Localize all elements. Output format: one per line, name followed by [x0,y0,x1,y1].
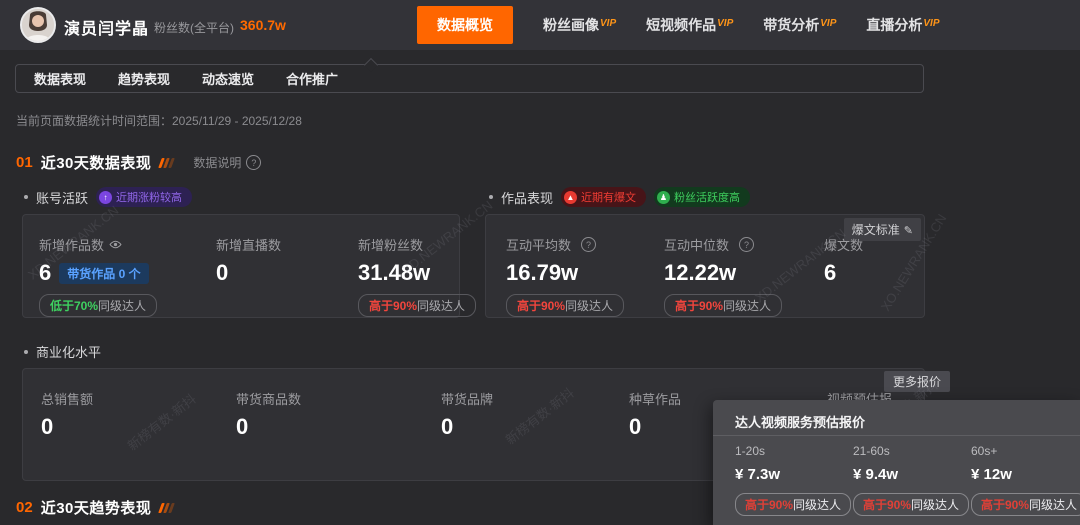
avatar-image [22,9,54,41]
vip-badge: VIP [717,18,733,29]
subnav-activity-overview[interactable]: 动态速览 [202,69,254,88]
bullet-dot [489,195,493,199]
bullet-dot [24,350,28,354]
tab-short-video-works[interactable]: 短视频作品VIP [646,15,733,35]
account-activity-card: 新增作品数 6 带货作品 0 个 低于70%同级达人 新增直播数 0 新增粉丝数… [22,214,460,318]
pencil-icon [904,223,913,237]
stat-seeding-works: 种草作品 0 [629,389,681,440]
quote-col-1-20s: 1-20s ¥ 7.3w 高于90%同级达人 [735,444,851,516]
commerce-works-tag: 带货作品 0 个 [59,263,148,284]
stat-total-sales: 总销售额 0 [41,389,93,440]
vip-badge: VIP [923,18,939,29]
work-performance-label: 作品表现 [501,188,553,207]
slashes-icon [160,503,173,513]
peer-compare-badge: 高于90%同级达人 [358,294,476,317]
header-bar: 演员闫学晶 粉丝数(全平台) 360.7w 数据概览 粉丝画像VIP 短视频作品… [0,0,1080,50]
sub-nav: 数据表现 趋势表现 动态速览 合作推广 [15,64,924,93]
data-note-label[interactable]: 数据说明 [193,154,241,171]
tab-live-analysis[interactable]: 直播分析VIP [866,15,939,35]
peer-compare-badge: 高于90%同级达人 [971,493,1080,516]
peer-compare-badge: 高于90%同级达人 [853,493,969,516]
vip-badge: VIP [600,18,616,29]
eye-icon[interactable] [109,240,122,249]
popup-title: 达人视频服务预估报价 [735,412,865,431]
peer-compare-badge: 高于90%同级达人 [664,294,782,317]
subnav-data-performance[interactable]: 数据表现 [34,69,86,88]
active-fans-badge: ♟ 粉丝活跃度高 [654,187,750,207]
hot-post-badge-icon: ▲ [564,191,577,204]
help-icon[interactable] [581,237,596,252]
fans-count-value: 360.7w [240,17,286,33]
work-performance-row: 作品表现 ▲ 近期有爆文 ♟ 粉丝活跃度高 [489,187,750,207]
section-title: 近30天数据表现 [41,152,152,173]
account-active-label: 账号活跃 [36,188,88,207]
stat-new-fans: 新增粉丝数 31.48w 高于90%同级达人 [358,235,476,317]
peer-compare-badge: 高于90%同级达人 [506,294,624,317]
peer-compare-badge: 高于90%同级达人 [735,493,851,516]
work-performance-card: 爆文标准 互动平均数 16.79w 高于90%同级达人 互动中位数 12.22w… [485,214,925,318]
bullet-dot [24,195,28,199]
date-range-text: 当前页面数据统计时间范围：2025/11/29 - 2025/12/28 [16,112,302,129]
help-icon[interactable] [739,237,754,252]
commercialization-label: 商业化水平 [36,342,101,361]
more-quotes-button[interactable]: 更多报价 [884,371,950,392]
page: 演员闫学晶 粉丝数(全平台) 360.7w 数据概览 粉丝画像VIP 短视频作品… [0,0,1080,525]
fans-count-label: 粉丝数(全平台) [154,19,234,36]
hot-post-badge: ▲ 近期有爆文 [561,187,646,207]
top-nav: 数据概览 粉丝画像VIP 短视频作品VIP 带货分析VIP 直播分析VIP [417,0,940,50]
section-title: 近30天趋势表现 [41,497,152,518]
fan-growth-badge: ↑ 近期涨粉较高 [96,187,192,207]
section-number: 01 [16,154,33,171]
stat-new-lives: 新增直播数 0 [216,235,281,286]
account-active-row: 账号活跃 ↑ 近期涨粉较高 [24,187,192,207]
section-1-header: 01 近30天数据表现 数据说明 [16,152,261,173]
tab-data-overview[interactable]: 数据概览 [417,6,513,44]
quote-col-21-60s: 21-60s ¥ 9.4w 高于90%同级达人 [853,444,969,516]
subnav-trend-performance[interactable]: 趋势表现 [118,69,170,88]
stat-avg-interaction: 互动平均数 16.79w 高于90%同级达人 [506,235,624,317]
quote-col-60s-plus: 60s+ ¥ 12w 高于90%同级达人 [971,444,1080,516]
stat-median-interaction: 互动中位数 12.22w 高于90%同级达人 [664,235,782,317]
avatar [20,7,56,43]
tab-fan-profile[interactable]: 粉丝画像VIP [543,15,616,35]
stat-new-works: 新增作品数 6 带货作品 0 个 低于70%同级达人 [39,235,157,317]
vip-badge: VIP [820,18,836,29]
stat-commerce-brands: 带货品牌 0 [441,389,493,440]
commercialization-row: 商业化水平 [24,342,101,361]
section-2-header: 02 近30天趋势表现 [16,497,173,518]
video-quote-popup: 达人视频服务预估报价 1-20s ¥ 7.3w 高于90%同级达人 21-60s… [713,400,1080,525]
divider [713,435,1080,436]
peer-compare-badge: 低于70%同级达人 [39,294,157,317]
account-name: 演员闫学晶 [64,15,149,39]
active-fans-badge-icon: ♟ [657,191,670,204]
slashes-icon [160,158,173,168]
tab-commerce-analysis[interactable]: 带货分析VIP [763,15,836,35]
section-number: 02 [16,499,33,516]
trend-up-badge-icon: ↑ [99,191,112,204]
stat-commerce-products: 带货商品数 0 [236,389,301,440]
help-icon[interactable] [246,155,261,170]
stat-hot-posts: 爆文数 6 [824,235,863,286]
subnav-cooperation-promo[interactable]: 合作推广 [286,69,338,88]
